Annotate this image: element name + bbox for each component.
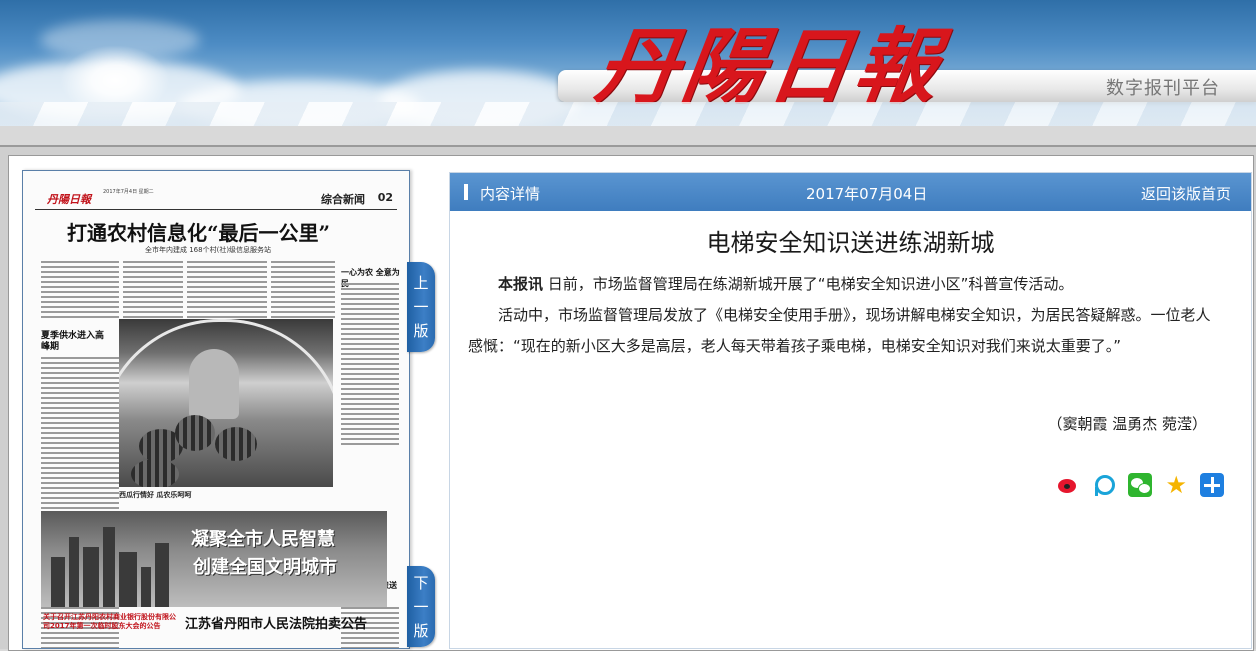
banner-line-1: 凝聚全市人民智慧	[191, 529, 335, 550]
banner-line-2: 创建全国文明城市	[193, 557, 337, 578]
photo-caption: 西瓜行情好 瓜农乐呵呵	[119, 491, 192, 499]
article-header-bar: 内容详情 2017年07月04日 返回该版首页	[450, 173, 1251, 211]
issue-date: 2017年07月04日	[806, 185, 928, 203]
header-stripes	[0, 102, 1256, 126]
weibo-icon[interactable]	[1056, 473, 1080, 497]
paragraph-text: 日前，市场监督管理局在练湖新城开展了“电梯安全知识进小区”科普宣传活动。	[547, 275, 1074, 293]
watermelon	[215, 427, 257, 461]
tab-char: 上	[413, 274, 429, 292]
article-column[interactable]	[341, 283, 399, 448]
article-column[interactable]	[187, 261, 267, 321]
platform-title: 数字报刊平台	[1106, 78, 1220, 99]
watermelon	[175, 415, 215, 451]
pinterest-icon[interactable]	[1092, 473, 1117, 497]
building-silhouette	[69, 537, 79, 607]
newspaper-headline[interactable]: 打通农村信息化“最后一公里”	[67, 217, 397, 246]
article-paragraph: 活动中，市场监督管理局发放了《电梯安全使用手册》，现场讲解电梯安全知识，为居民答…	[468, 306, 1211, 355]
news-photo[interactable]	[119, 319, 333, 487]
newspaper-page-thumbnail[interactable]: 丹陽日報 2017年7月4日 星期二 综合新闻 02 打通农村信息化“最后一公里…	[22, 170, 410, 649]
building-silhouette	[155, 543, 169, 607]
previous-page-tab[interactable]: 上 一 版	[407, 262, 435, 352]
article-author: （窦朝霞 温勇杰 菀滢）	[1047, 415, 1207, 433]
article-paragraph: 本报讯 日前，市场监督管理局在练湖新城开展了“电梯安全知识进小区”科普宣传活动。	[468, 269, 1218, 300]
tab-char: 一	[413, 597, 429, 616]
building-silhouette	[83, 547, 99, 607]
watermelon	[131, 459, 179, 487]
building-silhouette	[119, 552, 137, 607]
farmer-figure	[189, 349, 239, 419]
share-bar: ★	[1056, 473, 1231, 499]
tab-char: 一	[413, 298, 429, 316]
wechat-icon[interactable]	[1128, 473, 1153, 497]
cloud-graphic	[40, 20, 200, 60]
newspaper-logo: 丹陽日報	[47, 193, 91, 206]
tab-char: 版	[413, 322, 429, 340]
newspaper-date: 2017年7月4日 星期二	[103, 189, 154, 195]
building-silhouette	[51, 557, 65, 607]
article-column[interactable]	[123, 261, 183, 321]
side-article-title[interactable]: 夏季供水进入高峰期	[41, 331, 111, 353]
article-panel: 内容详情 2017年07月04日 返回该版首页 电梯安全知识送进练湖新城 本报讯…	[449, 172, 1252, 649]
building-silhouette	[103, 527, 115, 607]
article-column[interactable]	[41, 261, 119, 321]
newspaper-masthead: 丹陽日報 2017年7月4日 星期二 综合新闻 02	[35, 185, 397, 210]
building-silhouette	[141, 567, 151, 607]
newspaper-subhead: 全市年内建成 168个村(社)级信息服务站	[145, 246, 272, 254]
newspaper-section: 综合新闻	[321, 193, 365, 206]
article-title: 电梯安全知识送进练湖新城	[706, 229, 995, 257]
content-detail-label: 内容详情	[480, 185, 541, 203]
bank-notice[interactable]: 关于召开江苏丹阳农村商业银行股份有限公司2017年第一次临时股东大会的公告	[43, 613, 179, 631]
court-notice[interactable]: 江苏省丹阳市人民法院拍卖公告	[185, 613, 399, 632]
article-lead: 本报讯	[498, 275, 544, 293]
tab-char: 下	[413, 573, 429, 592]
tab-char: 版	[413, 621, 429, 640]
qzone-icon[interactable]: ★	[1164, 473, 1189, 497]
bar-marker-icon	[464, 184, 468, 200]
article-body: 本报讯 日前，市场监督管理局在练湖新城开展了“电梯安全知识进小区”科普宣传活动。…	[468, 269, 1218, 362]
site-header: 数字报刊平台 丹陽日報	[0, 0, 1256, 126]
newspaper-page-number: 02	[377, 191, 393, 204]
civic-banner[interactable]: 凝聚全市人民智慧 创建全国文明城市	[41, 511, 387, 607]
more-share-icon[interactable]	[1200, 473, 1225, 497]
article-column[interactable]	[271, 261, 335, 321]
back-to-page-link[interactable]: 返回该版首页	[1141, 183, 1231, 204]
next-page-tab[interactable]: 下 一 版	[407, 566, 435, 647]
